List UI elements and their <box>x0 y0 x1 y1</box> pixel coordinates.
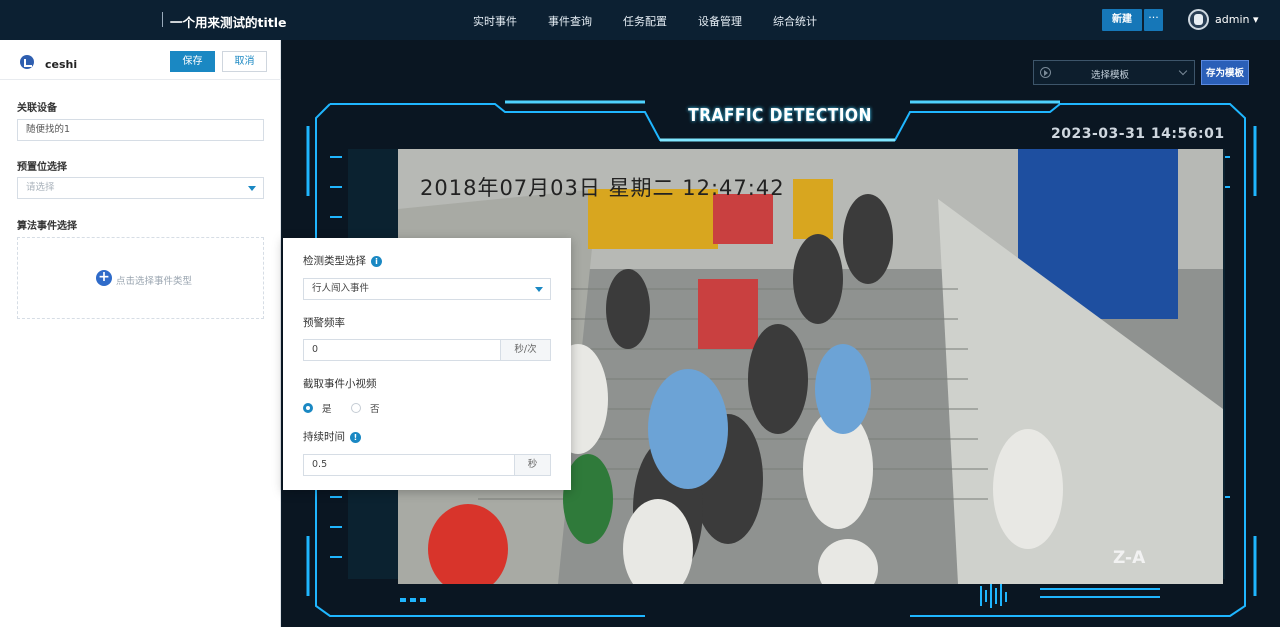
nav-realtime-events[interactable]: 实时事件 <box>473 13 517 29</box>
video-timestamp: 2023-03-31 14:56:01 <box>1051 126 1225 142</box>
app-title: 一个用来测试的title <box>170 15 287 30</box>
user-menu[interactable]: admin ▾ <box>1215 13 1258 26</box>
detect-type-select[interactable]: 行人闯入事件 <box>303 278 551 300</box>
duration-unit: 秒 <box>514 455 550 475</box>
video-title: TRAFFIC DETECTION <box>688 105 872 126</box>
algo-label: 算法事件选择 <box>17 221 77 232</box>
template-select[interactable]: 选择模板 <box>1033 60 1195 85</box>
device-field[interactable]: 随便找的1 <box>17 119 264 141</box>
nav-statistics[interactable]: 综合统计 <box>773 13 817 29</box>
duration-label: 持续时间! <box>303 429 361 444</box>
task-config-panel: ceshi 保存 取消 关联设备 随便找的1 预置位选择 请选择 算法事件选择 … <box>0 40 281 627</box>
chevron-down-icon <box>1178 66 1188 76</box>
plus-icon[interactable]: + <box>96 270 112 286</box>
user-avatar-icon[interactable] <box>1188 9 1209 30</box>
clip-no-radio[interactable] <box>351 403 361 413</box>
preset-placeholder: 请选择 <box>26 182 55 193</box>
duration-input[interactable]: 0.5 秒 <box>303 454 551 476</box>
clip-label: 截取事件小视频 <box>303 378 377 390</box>
preset-label: 预置位选择 <box>17 162 67 173</box>
alarm-freq-input[interactable]: 0 秒/次 <box>303 339 551 361</box>
cancel-button[interactable]: 取消 <box>222 51 267 72</box>
alarm-freq-unit: 秒/次 <box>500 340 550 360</box>
nav-event-query[interactable]: 事件查询 <box>548 13 592 29</box>
panel-header: ceshi 保存 取消 <box>0 40 281 80</box>
duration-value: 0.5 <box>312 459 328 470</box>
clip-no-label[interactable]: 否 <box>370 401 380 415</box>
clip-yes-radio[interactable] <box>303 403 313 413</box>
main-nav: 实时事件 事件查询 任务配置 设备管理 综合统计 <box>473 13 817 29</box>
chart-icon <box>20 55 34 69</box>
caret-down-icon <box>248 186 256 191</box>
nav-device-management[interactable]: 设备管理 <box>698 13 742 29</box>
task-name: ceshi <box>45 58 78 71</box>
top-nav-bar: 一个用来测试的title 实时事件 事件查询 任务配置 设备管理 综合统计 新建… <box>0 0 1280 40</box>
alarm-freq-label: 预警频率 <box>303 317 345 329</box>
device-label: 关联设备 <box>17 103 57 114</box>
save-button[interactable]: 保存 <box>170 51 215 72</box>
camera-label: Z-A <box>1113 548 1146 568</box>
algo-event-picker[interactable]: + 点击选择事件类型 <box>17 237 264 319</box>
play-icon <box>1040 67 1051 78</box>
camera-osd-text: 2018年07月03日 星期二 12:47:42 <box>420 176 785 200</box>
detect-type-label: 检测类型选择 i <box>303 253 382 268</box>
template-placeholder: 选择模板 <box>1091 70 1130 81</box>
info-icon[interactable]: i <box>371 255 382 267</box>
algo-hint: 点击选择事件类型 <box>116 276 193 287</box>
more-button[interactable]: ··· <box>1144 9 1163 31</box>
clip-yes-label[interactable]: 是 <box>322 401 332 415</box>
preset-select[interactable]: 请选择 <box>17 177 264 199</box>
detect-type-value: 行人闯入事件 <box>312 283 370 294</box>
nav-task-config[interactable]: 任务配置 <box>623 13 667 29</box>
new-button[interactable]: 新建 <box>1102 9 1142 31</box>
info-icon[interactable]: ! <box>350 431 361 443</box>
caret-down-icon <box>535 287 543 292</box>
alarm-freq-value: 0 <box>312 344 319 355</box>
event-config-popup: 检测类型选择 i 行人闯入事件 预警频率 0 秒/次 截取事件小视频 是 否 持续… <box>283 238 571 490</box>
brand-divider <box>162 12 163 27</box>
save-template-button[interactable]: 存为模板 <box>1201 60 1249 85</box>
